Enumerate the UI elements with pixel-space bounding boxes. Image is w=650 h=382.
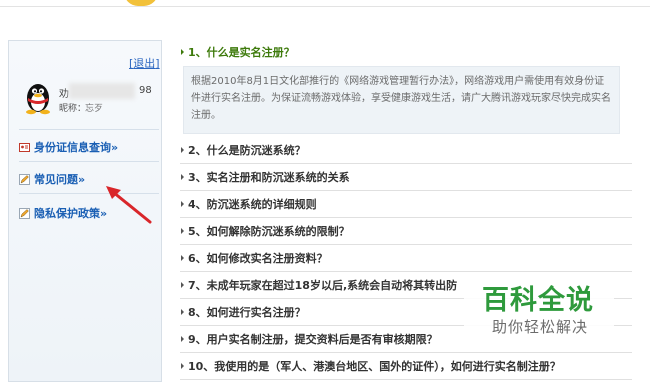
watermark-subtitle: 助你轻松解决 xyxy=(492,318,589,336)
menu-item-label: 身份证信息查询» xyxy=(34,141,119,154)
logout-link[interactable]: 退出 xyxy=(129,55,160,71)
expand-triangle-icon xyxy=(181,146,184,153)
account-name-partial: 劝 xyxy=(59,89,69,100)
menu-item-faq[interactable]: 常见问题» xyxy=(19,171,85,187)
divider xyxy=(19,129,159,130)
expand-triangle-icon xyxy=(181,335,184,342)
redacted-account xyxy=(69,83,135,99)
faq-question-1[interactable]: 1、什么是实名注册？ xyxy=(180,38,632,65)
menu-item-label: 隐私保护政策» xyxy=(34,207,108,220)
faq-question-4[interactable]: 4、防沉迷系统的详细规则 xyxy=(180,190,632,218)
pencil-icon xyxy=(19,173,30,185)
menu-item-label: 常见问题» xyxy=(34,173,86,186)
logo-fragment xyxy=(124,0,158,6)
faq-answer-1: 根据2010年8月1日文化部推行的《网络游戏管理暂行办法》，网络游戏用户需使用有… xyxy=(183,66,620,134)
faq-question-label: 5、如何解除防沉迷系统的限制？ xyxy=(188,224,350,238)
faq-question-5[interactable]: 5、如何解除防沉迷系统的限制？ xyxy=(180,217,632,245)
red-arrow-annotation xyxy=(106,186,152,224)
pencil-icon xyxy=(19,207,30,219)
faq-question-label: 2、什么是防沉迷系统？ xyxy=(188,143,306,157)
faq-question-label: 9、用户实名制注册，提交资料后是否有审核期限？ xyxy=(188,332,438,346)
account-suffix: 98 xyxy=(139,85,152,96)
qq-penguin-avatar xyxy=(26,84,50,115)
expand-triangle-icon xyxy=(181,48,184,55)
divider xyxy=(19,161,159,162)
top-bar xyxy=(0,0,650,7)
faq-question-label: 4、防沉迷系统的详细规则 xyxy=(188,197,317,211)
expand-triangle-icon xyxy=(181,254,184,261)
faq-question-6[interactable]: 6、如何修改实名注册资料？ xyxy=(180,244,632,272)
faq-question-label: 3、实名注册和防沉迷系统的关系 xyxy=(188,170,350,184)
id-card-icon xyxy=(19,142,30,152)
faq-question-2[interactable]: 2、什么是防沉迷系统？ xyxy=(180,136,632,164)
nickname-label: 昵称： xyxy=(59,104,87,114)
menu-item-id-query[interactable]: 身份证信息查询» xyxy=(19,139,118,155)
faq-question-label: 8、如何进行实名注册？ xyxy=(188,305,306,319)
expand-triangle-icon xyxy=(181,281,184,288)
expand-triangle-icon xyxy=(181,173,184,180)
faq-question-label: 7、未成年玩家在超过18岁以后,系统会自动将其转出防 xyxy=(188,278,458,292)
watermark-title: 百科全说 xyxy=(482,285,594,316)
expand-triangle-icon xyxy=(181,227,184,234)
expand-triangle-icon xyxy=(181,200,184,207)
faq-question-label: 1、什么是实名注册？ xyxy=(188,45,295,59)
nickname-value: 忘歹 xyxy=(85,104,104,114)
menu-item-privacy-policy[interactable]: 隐私保护政策» xyxy=(19,205,107,221)
faq-question-label: 10、我使用的是（军人、港澳台地区、国外的证件），如何进行实名制注册？ xyxy=(188,359,561,373)
expand-triangle-icon xyxy=(181,308,184,315)
faq-question-10[interactable]: 10、我使用的是（军人、港澳台地区、国外的证件），如何进行实名制注册？ xyxy=(180,352,632,380)
faq-question-label: 6、如何修改实名注册资料？ xyxy=(188,251,328,265)
watermark: 百科全说 助你轻松解决 xyxy=(464,272,614,342)
faq-question-3[interactable]: 3、实名注册和防沉迷系统的关系 xyxy=(180,163,632,191)
